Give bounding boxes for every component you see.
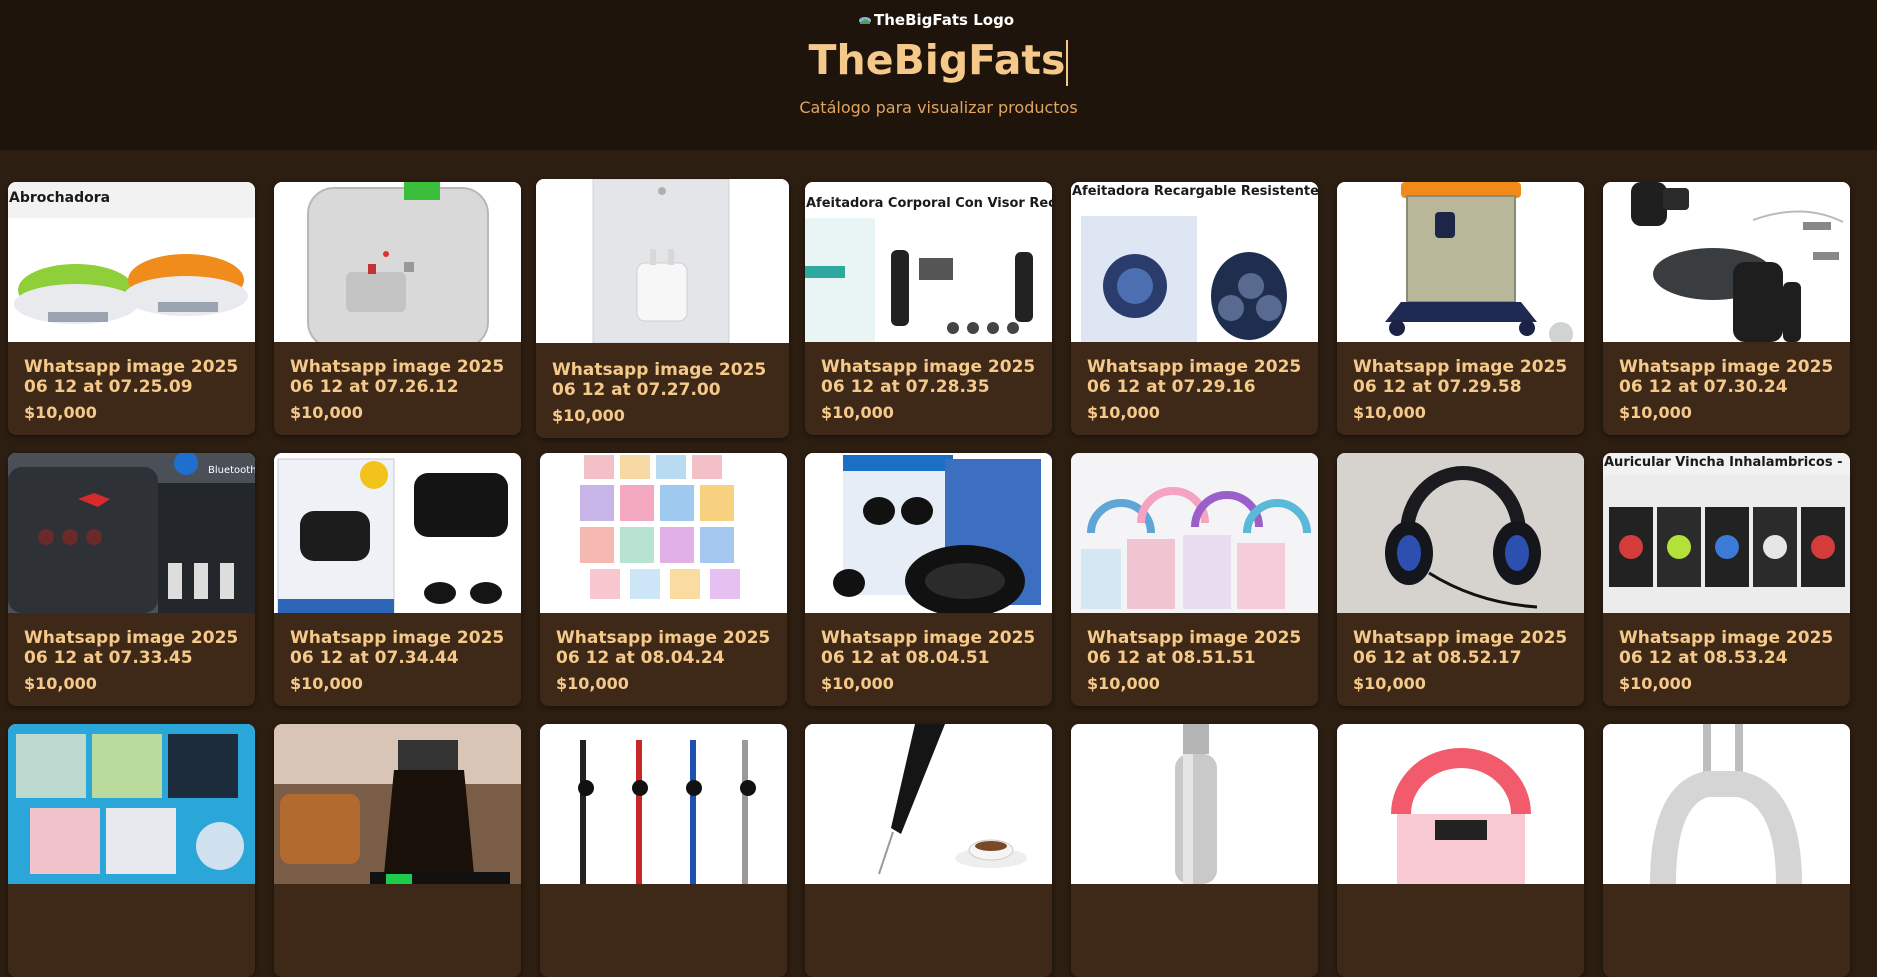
product-card[interactable]: Whatsapp image 2025 06 12 at 08.04.51 $1… [805,453,1052,706]
product-image [1337,453,1584,613]
product-price: $10,000 [552,406,625,425]
product-price: $10,000 [1353,674,1426,693]
product-card[interactable]: Abrochadora Whatsapp image 2025 06 12 at… [8,182,255,435]
product-image: Abrochadora [8,182,255,342]
product-card[interactable]: Bluetooth Whatsapp image 2025 06 12 at 0… [8,453,255,706]
product-card[interactable] [1071,724,1318,977]
broken-image-icon [859,16,871,24]
product-image: Bluetooth [8,453,255,613]
product-image [1603,724,1850,884]
product-price: $10,000 [1619,403,1692,422]
product-name: Whatsapp image 2025 06 12 at 07.34.44 [290,628,505,668]
product-image [805,724,1052,884]
svg-text:Bluetooth: Bluetooth [208,465,255,476]
product-image [1071,724,1318,884]
product-card[interactable]: Whatsapp image 2025 06 12 at 07.26.12 $1… [274,182,521,435]
product-image [540,724,787,884]
product-name: Whatsapp image 2025 06 12 at 08.51.51 [1087,628,1302,668]
product-image [1071,453,1318,613]
product-card[interactable]: Auricular Vincha Inhalambricos - Whatsap… [1603,453,1850,706]
product-card[interactable]: Whatsapp image 2025 06 12 at 07.27.00 $1… [536,179,789,438]
image-caption: Auricular Vincha Inhalambricos - [1604,455,1843,470]
product-card[interactable]: Whatsapp image 2025 06 12 at 08.04.24 $1… [540,453,787,706]
product-image: Afeitadora Corporal Con Visor Recargable [805,182,1052,342]
product-image [274,724,521,884]
product-image [1337,182,1584,342]
product-card[interactable] [1603,724,1850,977]
product-name: Whatsapp image 2025 06 12 at 07.29.58 [1353,357,1568,397]
image-caption: Afeitadora Corporal Con Visor Recargable [806,196,1052,211]
product-image [274,453,521,613]
product-card[interactable]: Afeitadora Recargable Resistente Al Agua… [1071,182,1318,435]
product-card[interactable] [805,724,1052,977]
product-card[interactable]: Whatsapp image 2025 06 12 at 07.34.44 $1… [274,453,521,706]
product-name: Whatsapp image 2025 06 12 at 07.29.16 [1087,357,1302,397]
product-price: $10,000 [1087,674,1160,693]
product-name: Whatsapp image 2025 06 12 at 07.26.12 [290,357,505,397]
text-caret [1066,40,1069,86]
product-image [1603,182,1850,342]
product-price: $10,000 [821,674,894,693]
product-name: Whatsapp image 2025 06 12 at 07.33.45 [24,628,239,668]
product-image [274,182,521,342]
product-price: $10,000 [1087,403,1160,422]
product-card[interactable]: Whatsapp image 2025 06 12 at 08.51.51 $1… [1071,453,1318,706]
product-price: $10,000 [24,403,97,422]
product-image [805,453,1052,613]
image-caption: Abrochadora [9,190,111,206]
product-image [1337,724,1584,884]
product-image [8,724,255,884]
product-price: $10,000 [24,674,97,693]
product-card[interactable] [8,724,255,977]
product-name: Whatsapp image 2025 06 12 at 08.53.24 [1619,628,1834,668]
product-name: Whatsapp image 2025 06 12 at 07.28.35 [821,357,1036,397]
product-card[interactable] [274,724,521,977]
product-card[interactable] [1337,724,1584,977]
product-name: Whatsapp image 2025 06 12 at 07.30.24 [1619,357,1834,397]
product-price: $10,000 [290,674,363,693]
logo-alt-text: TheBigFats Logo [874,11,1015,29]
product-price: $10,000 [556,674,629,693]
page-header: TheBigFats Logo TheBigFats Catálogo para… [0,0,1877,150]
product-image [536,179,789,343]
page-subtitle: Catálogo para visualizar productos [799,98,1078,117]
product-name: Whatsapp image 2025 06 12 at 07.25.09 [24,357,239,397]
product-card[interactable]: Whatsapp image 2025 06 12 at 07.30.24 $1… [1603,182,1850,435]
product-name: Whatsapp image 2025 06 12 at 08.04.51 [821,628,1036,668]
title-text: TheBigFats [808,36,1066,84]
image-caption: Afeitadora Recargable Resistente Al Agua [1072,184,1318,199]
product-image: Afeitadora Recargable Resistente Al Agua [1071,182,1318,342]
product-card[interactable]: Afeitadora Corporal Con Visor Recargable… [805,182,1052,435]
product-name: Whatsapp image 2025 06 12 at 08.04.24 [556,628,771,668]
brand-logo[interactable]: TheBigFats Logo [858,9,1014,31]
product-name: Whatsapp image 2025 06 12 at 07.27.00 [552,360,767,400]
product-card[interactable]: Whatsapp image 2025 06 12 at 08.52.17 $1… [1337,453,1584,706]
product-price: $10,000 [1353,403,1426,422]
product-image [540,453,787,613]
product-grid: Abrochadora Whatsapp image 2025 06 12 at… [0,150,1877,977]
product-card[interactable] [540,724,787,977]
page-title: TheBigFats [0,34,1877,86]
product-price: $10,000 [821,403,894,422]
product-name: Whatsapp image 2025 06 12 at 08.52.17 [1353,628,1568,668]
product-price: $10,000 [290,403,363,422]
product-card[interactable]: Whatsapp image 2025 06 12 at 07.29.58 $1… [1337,182,1584,435]
product-image: Auricular Vincha Inhalambricos - [1603,453,1850,613]
product-price: $10,000 [1619,674,1692,693]
